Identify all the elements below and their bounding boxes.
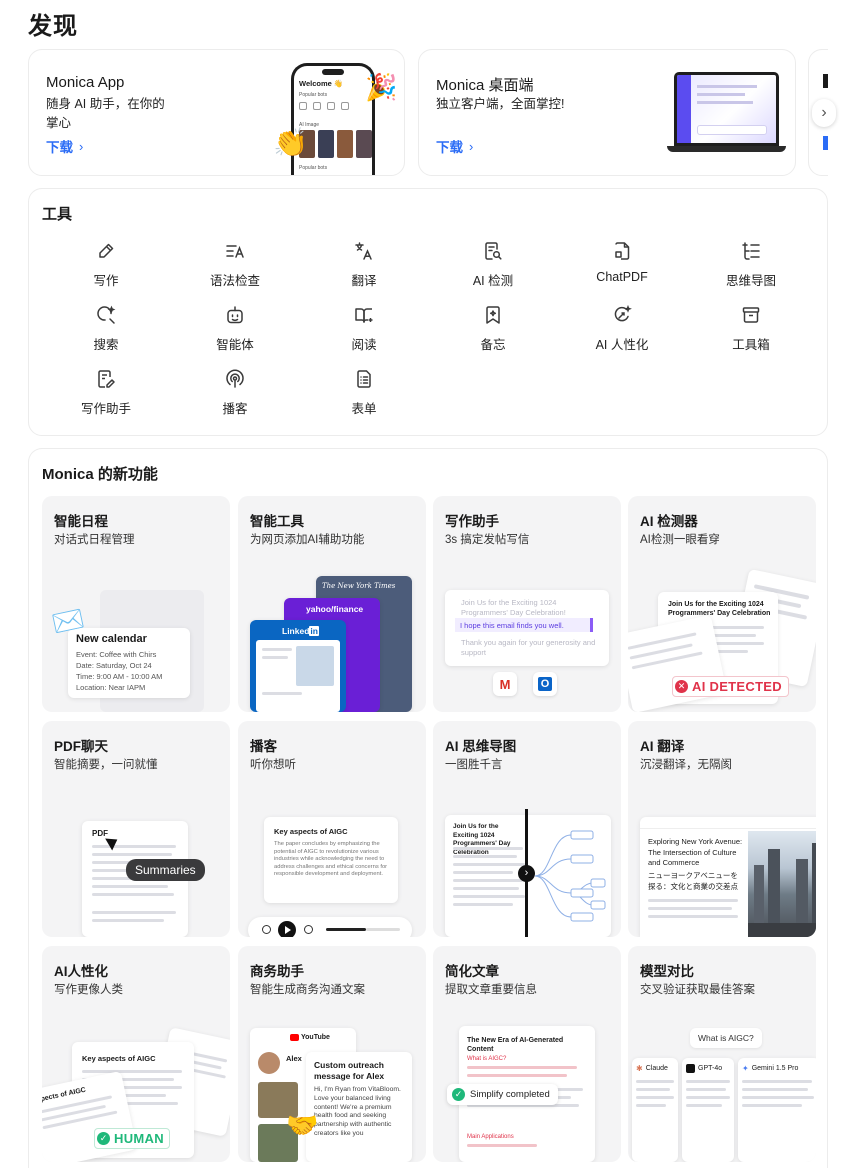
outlook-icon: O: [533, 672, 557, 696]
tool-mindmap[interactable]: 思维导图: [696, 241, 806, 297]
avatar: [258, 1052, 280, 1074]
pen-icon: [99, 243, 114, 258]
promo-card-desktop[interactable]: Monica 桌面端 独立客户端，全面掌控! 下载 ›: [418, 49, 796, 176]
promo-desc: 随身 AI 助手，在你的掌心: [46, 97, 165, 130]
chevron-right-icon: ›: [79, 138, 84, 154]
calendar-event-card: New calendar Event: Coffee with Chirs Da…: [68, 628, 190, 698]
grammar-icon: [226, 245, 244, 258]
ai-detect-icon: [485, 242, 502, 260]
chevron-right-icon: ›: [469, 138, 474, 154]
promo-carousel: Monica App 随身 AI 助手，在你的掌心 下载 › Welcome 👋 …: [28, 49, 828, 176]
forward-icon: [304, 925, 313, 934]
tool-podcast[interactable]: 播客: [180, 369, 290, 425]
mindmap-branches: [534, 830, 606, 922]
feature-card-podcast[interactable]: 播客 听你想听 Key aspects of AIGC The paper co…: [238, 721, 426, 937]
chevron-right-icon: ›: [821, 104, 827, 121]
gmail-icon: M: [493, 672, 517, 696]
party-popper-icon: 🎉: [365, 72, 398, 102]
tools-title: 工具: [42, 206, 73, 223]
claude-logo-icon: ✱: [636, 1064, 643, 1073]
promo-card-app[interactable]: Monica App 随身 AI 助手，在你的掌心 下载 › Welcome 👋 …: [28, 49, 405, 176]
carousel-next-button[interactable]: ›: [812, 99, 836, 127]
form-icon: [357, 370, 371, 388]
check-circle-icon: ✓: [97, 1132, 110, 1145]
handshake-icon: 🤝: [286, 1110, 319, 1140]
email-draft-mock: Join Us for the Exciting 1024 Programmer…: [445, 590, 609, 666]
phone-welcome-text: Welcome 👋: [299, 79, 344, 88]
tools-section: 工具 写作 语法检查 翻译 AI 检测 ChatPDF 思维导图 搜索 智能体 …: [28, 188, 828, 436]
podcast-icon: [226, 369, 244, 388]
feature-card-business[interactable]: 商务助手 智能生成商务沟通文案 YouTube Alex Custom outr…: [238, 946, 426, 1162]
feature-card-humanize[interactable]: AI人性化 写作更像人类 Key aspects of AIGC spects …: [42, 946, 230, 1162]
tool-search[interactable]: 搜索: [51, 305, 161, 361]
translate-page-mock: Exploring New York Avenue: The Intersect…: [640, 817, 816, 937]
feature-card-writing[interactable]: 写作助手 3s 搞定发帖写信 Join Us for the Exciting …: [433, 496, 621, 712]
feature-card-translate[interactable]: AI 翻译 沉浸翻译，无隔阂 Exploring New York Avenue…: [628, 721, 816, 937]
feature-card-mindmap[interactable]: AI 思维导图 一图胜千言 Join Us for the Exciting 1…: [433, 721, 621, 937]
outreach-message-mock: Custom outreach message for Alex Hi, I'm…: [306, 1052, 412, 1162]
tool-bot[interactable]: 智能体: [180, 305, 290, 361]
tool-write[interactable]: 写作: [51, 241, 161, 297]
youtube-logo: YouTube: [290, 1034, 330, 1041]
toolbox-icon: [742, 307, 760, 323]
features-title: Monica 的新功能: [42, 466, 158, 483]
tool-humanize[interactable]: AI 人性化: [567, 305, 677, 361]
book-icon: [355, 308, 373, 323]
humanize-icon: [614, 305, 632, 322]
search-icon: [97, 305, 116, 324]
tool-toolbox[interactable]: 工具箱: [696, 305, 806, 361]
promo-title: Monica App: [46, 74, 125, 91]
tool-translate[interactable]: 翻译: [309, 241, 419, 297]
download-link[interactable]: 下载 ›: [436, 136, 473, 156]
translate-icon: [355, 242, 372, 260]
tool-memo[interactable]: 备忘: [438, 305, 548, 361]
envelope-icon: ✉️: [49, 602, 88, 640]
page-title: 发现: [28, 13, 78, 40]
tool-chatpdf[interactable]: ChatPDF: [567, 241, 677, 297]
play-button: [278, 921, 296, 937]
ai-detected-badge: ✕ AI DETECTED: [672, 676, 789, 697]
check-circle-icon: ✓: [452, 1088, 465, 1101]
podcast-player-bar: [248, 917, 412, 937]
feature-card-detector[interactable]: AI 检测器 AI检测一眼看穿 Join Us for the Exciting…: [628, 496, 816, 712]
phone-mockup-image: Welcome 👋 Popular bots AI Image Popular …: [291, 63, 375, 175]
write-assist-icon: [98, 370, 115, 388]
laptop-mockup-image: [674, 72, 779, 146]
city-street-image: [748, 831, 816, 937]
feature-card-pdf-chat[interactable]: PDF聊天 智能摘要，一问就懂 PDF Summaries: [42, 721, 230, 937]
tool-form[interactable]: 表单: [309, 369, 419, 425]
close-circle-icon: ✕: [675, 680, 688, 693]
openai-logo-icon: [686, 1064, 695, 1073]
promo-title: Monica 桌面端: [436, 77, 534, 94]
promo-desc: 独立客户端，全面掌控!: [436, 97, 565, 111]
download-link[interactable]: 下载 ›: [46, 136, 83, 156]
tool-ai-detect[interactable]: AI 检测: [438, 241, 548, 297]
pdf-icon: [615, 242, 630, 260]
feature-card-smart-tools[interactable]: 智能工具 为网页添加AI辅助功能 The New York Times yaho…: [238, 496, 426, 712]
bot-icon: [227, 306, 243, 324]
model-column-gpt: GPT-4o: [682, 1058, 734, 1162]
new-features-section: Monica 的新功能 智能日程 对话式日程管理 New calendar Ev…: [28, 448, 828, 1168]
summaries-bubble: Summaries: [126, 859, 205, 881]
rewind-icon: [262, 925, 271, 934]
slider-knob-icon: ›: [518, 865, 535, 882]
gemini-logo-icon: ✦: [742, 1064, 749, 1073]
podcast-transcript-mock: Key aspects of AIGC The paper concludes …: [264, 817, 398, 903]
model-column-gemini: ✦ Gemini 1.5 Pro: [738, 1058, 816, 1162]
tool-grammar[interactable]: 语法检查: [180, 241, 290, 297]
linkedin-site-mock: Linkedin: [250, 620, 346, 712]
tool-read[interactable]: 阅读: [309, 305, 419, 361]
feature-card-simplify[interactable]: 简化文章 提取文章重要信息 The New Era of AI-Generate…: [433, 946, 621, 1162]
simplify-completed-badge: ✓ Simplify completed: [447, 1084, 558, 1105]
mindmap-icon: [742, 242, 760, 260]
feature-card-calendar[interactable]: 智能日程 对话式日程管理 New calendar Event: Coffee …: [42, 496, 230, 712]
model-column-claude: ✱ Claude: [632, 1058, 678, 1162]
clap-hands-icon: 👏: [273, 127, 308, 158]
tool-write-assist[interactable]: 写作助手: [51, 369, 161, 425]
question-bubble: What is AIGC?: [690, 1028, 762, 1048]
feature-card-model-compare[interactable]: 模型对比 交叉验证获取最佳答案 What is AIGC? ✱ Claude GP…: [628, 946, 816, 1162]
bookmark-icon: [486, 306, 500, 324]
human-badge: ✓ HUMAN: [94, 1128, 170, 1149]
